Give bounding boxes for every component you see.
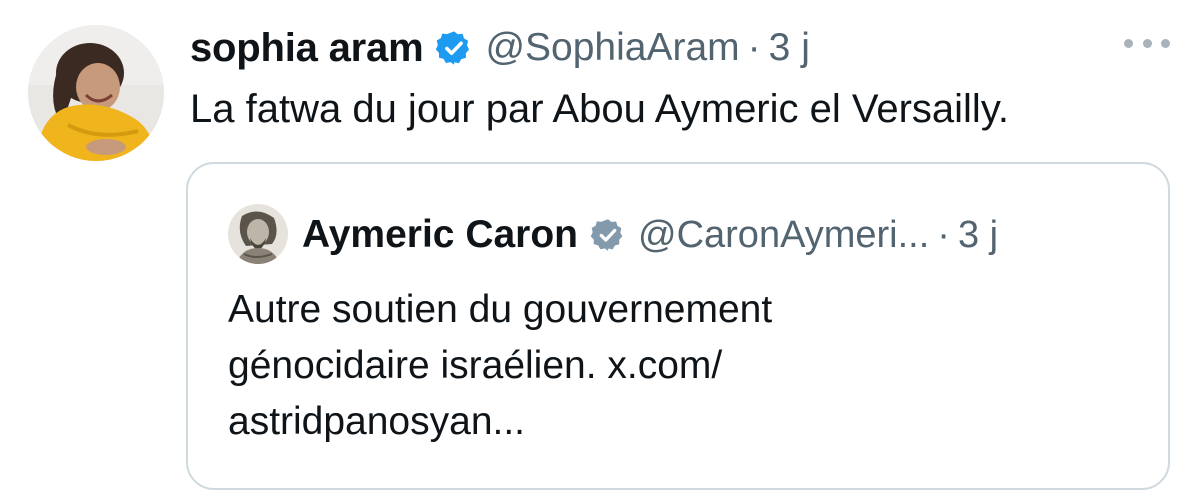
author-name[interactable]: sophia aram (190, 26, 424, 71)
quoted-text-line: génocidaire israélien. x.com/ (228, 344, 723, 387)
quoted-author-avatar[interactable] (228, 204, 288, 264)
quoted-text-line: astridpanosyan... (228, 400, 526, 443)
quoted-tweet-text: Autre soutien du gouvernement génocidair… (228, 282, 1128, 450)
quoted-separator-dot: · (937, 213, 950, 256)
quoted-text-line: Autre soutien du gouvernement (228, 288, 773, 331)
tweet-header: sophia aram @SophiaAram · 3 j (190, 20, 810, 76)
verified-badge-gray-icon (590, 217, 626, 253)
tweet-text: La fatwa du jour par Abou Aymeric el Ver… (190, 87, 1009, 131)
separator-dot: · (747, 26, 761, 69)
author-avatar[interactable] (28, 25, 164, 161)
quoted-tweet[interactable]: Aymeric Caron @CaronAymeri... · 3 j Autr… (186, 162, 1170, 490)
verified-badge-icon (435, 29, 473, 67)
quoted-tweet-header: Aymeric Caron @CaronAymeri... · 3 j (302, 208, 998, 262)
author-handle[interactable]: @SophiaAram (485, 26, 739, 70)
tweet-timestamp[interactable]: 3 j (769, 26, 810, 70)
tweet[interactable]: sophia aram @SophiaAram · 3 j La fatwa d… (0, 0, 1200, 494)
quoted-author-name[interactable]: Aymeric Caron (302, 213, 578, 257)
quoted-author-handle[interactable]: @CaronAymeri... (638, 214, 929, 257)
more-options-icon[interactable] (1124, 28, 1170, 58)
quoted-tweet-timestamp[interactable]: 3 j (958, 214, 998, 257)
